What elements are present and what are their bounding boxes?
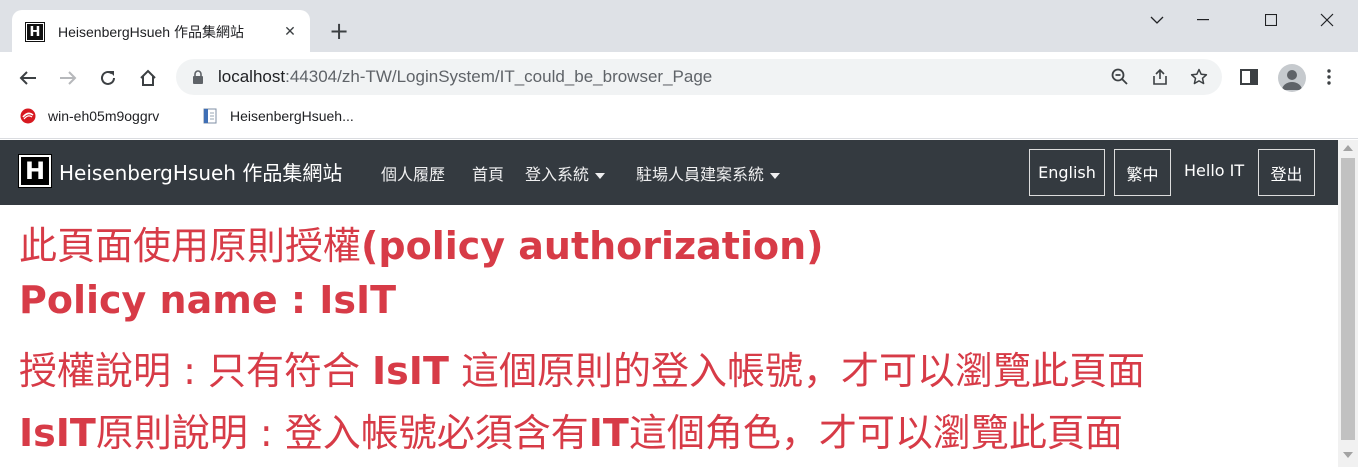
- site-navbar: H HeisenbergHsueh 作品集網站 個人履歷 首頁 登入系統 駐場人…: [0, 140, 1338, 205]
- reload-icon[interactable]: [94, 64, 122, 92]
- policy-desc-role: IT: [588, 411, 629, 455]
- share-icon[interactable]: [1148, 65, 1172, 89]
- bookmark-item[interactable]: win-eh05m9oggrv: [20, 108, 159, 124]
- minimize-icon[interactable]: [1180, 8, 1226, 32]
- back-arrow-icon[interactable]: [14, 64, 42, 92]
- lang-english-button[interactable]: English: [1029, 149, 1105, 196]
- nav-home[interactable]: 首頁: [472, 161, 504, 185]
- caret-down-icon: [595, 172, 606, 179]
- auth-desc-policy: IsIT: [372, 349, 449, 393]
- nav-onsite-system-dropdown[interactable]: 駐場人員建案系統: [636, 161, 781, 185]
- policy-desc-part1: 原則說明 : 登入帳號必須含有: [95, 411, 589, 455]
- brand-title: HeisenbergHsueh 作品集網站: [59, 160, 343, 185]
- url-text[interactable]: localhost:44304/zh-TW/LoginSystem/IT_cou…: [218, 67, 712, 87]
- page-icon: [203, 108, 217, 124]
- nav-login-system-dropdown[interactable]: 登入系統: [525, 161, 606, 185]
- menu-kebab-icon[interactable]: [1317, 65, 1341, 89]
- caret-down-icon: [770, 172, 781, 179]
- lock-icon: [193, 70, 203, 84]
- url-path: :44304/zh-TW/LoginSystem/IT_could_be_bro…: [285, 67, 713, 86]
- tab-title: HeisenbergHsueh 作品集網站: [58, 24, 244, 40]
- profile-avatar[interactable]: [1278, 64, 1306, 92]
- tab-close-icon[interactable]: ✕: [280, 22, 300, 42]
- bookmark-label: HeisenbergHsueh...: [230, 108, 354, 124]
- scrollbar-thumb[interactable]: [1341, 158, 1355, 440]
- logout-button[interactable]: 登出: [1258, 149, 1315, 196]
- bookmarks-bar: win-eh05m9oggrv HeisenbergHsueh...: [0, 102, 1358, 139]
- profile-person-icon: [1282, 70, 1302, 90]
- authorization-description: 授權說明 : 只有符合 IsIT 這個原則的登入帳號，才可以瀏覽此頁面: [19, 340, 1145, 395]
- nav-login-system-label: 登入系統: [525, 165, 590, 184]
- brand-logo-icon: H: [18, 154, 52, 188]
- policy-desc-part2: 這個角色，才可以瀏覽此頁面: [628, 411, 1123, 455]
- policy-desc-name: IsIT: [19, 411, 96, 455]
- page-scrollbar[interactable]: [1338, 140, 1358, 467]
- bookmark-label: win-eh05m9oggrv: [48, 108, 160, 124]
- policy-heading: 此頁面使用原則授權(policy authorization): [19, 215, 824, 270]
- policy-heading-zh: 此頁面使用原則授權: [19, 224, 362, 268]
- policy-description: IsIT原則說明 : 登入帳號必須含有IT這個角色，才可以瀏覽此頁面: [19, 402, 1123, 457]
- scroll-up-arrow-icon[interactable]: [1343, 145, 1353, 151]
- url-host: localhost: [218, 67, 286, 86]
- page-content: 此頁面使用原則授權(policy authorization) Policy n…: [0, 205, 1338, 467]
- site-favicon-icon: H: [25, 22, 45, 42]
- scroll-down-arrow-icon[interactable]: [1343, 452, 1353, 458]
- forward-arrow-icon[interactable]: [54, 64, 82, 92]
- side-panel-icon[interactable]: [1237, 65, 1261, 89]
- zoom-icon[interactable]: [1108, 65, 1132, 89]
- bookmark-item[interactable]: HeisenbergHsueh...: [202, 108, 354, 124]
- lang-zh-button[interactable]: 繁中: [1114, 149, 1171, 196]
- auth-desc-part1: 授權說明 : 只有符合: [19, 349, 373, 393]
- user-greeting: Hello IT: [1184, 161, 1245, 180]
- policy-heading-en: (policy authorization): [361, 224, 824, 268]
- nav-onsite-system-label: 駐場人員建案系統: [636, 165, 765, 184]
- address-bar[interactable]: localhost:44304/zh-TW/LoginSystem/IT_cou…: [176, 59, 1222, 95]
- auth-desc-part2: 這個原則的登入帳號，才可以瀏覽此頁面: [448, 349, 1145, 393]
- trend-micro-icon: [20, 108, 36, 124]
- close-window-icon[interactable]: [1304, 8, 1350, 32]
- home-icon[interactable]: [134, 64, 162, 92]
- policy-name: Policy name : IsIT: [19, 278, 397, 322]
- new-tab-icon[interactable]: +: [326, 17, 352, 45]
- tab-search-chevron-icon[interactable]: [1134, 8, 1180, 32]
- bookmark-star-icon[interactable]: [1187, 65, 1211, 89]
- browser-tab[interactable]: H HeisenbergHsueh 作品集網站 ✕: [12, 10, 310, 54]
- site-brand[interactable]: H HeisenbergHsueh 作品集網站: [18, 154, 343, 188]
- maximize-icon[interactable]: [1248, 8, 1294, 32]
- nav-resume[interactable]: 個人履歷: [381, 161, 445, 185]
- browser-tab-strip: H HeisenbergHsueh 作品集網站 ✕ +: [0, 0, 1358, 54]
